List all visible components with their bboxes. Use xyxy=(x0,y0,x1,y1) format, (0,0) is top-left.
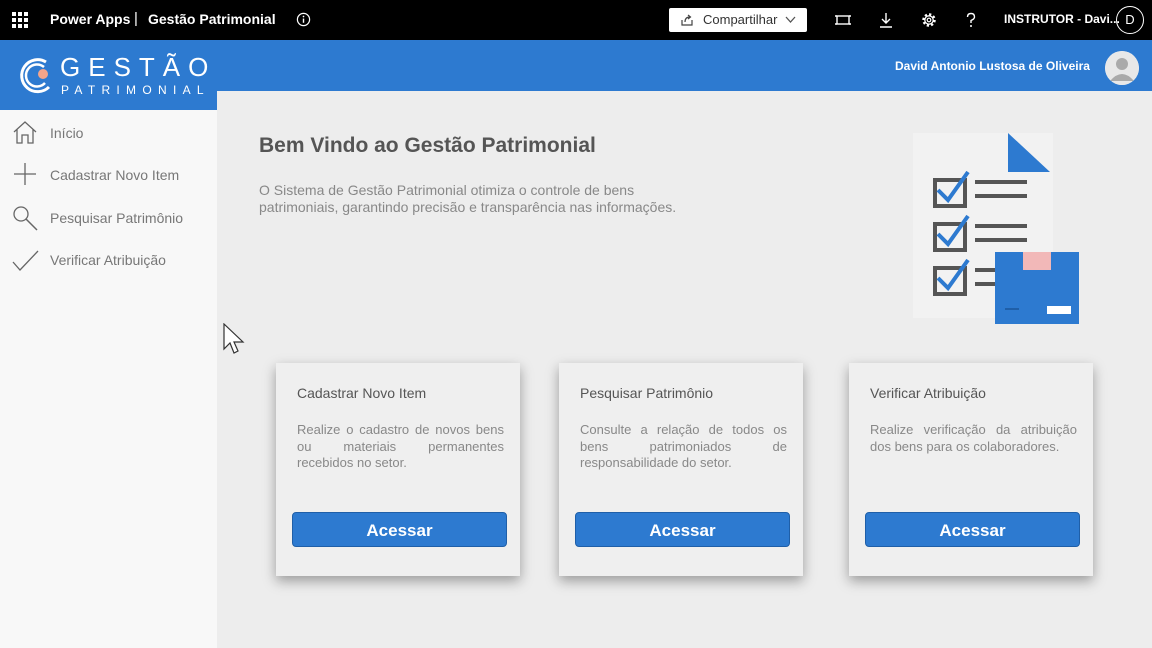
share-icon xyxy=(681,14,693,26)
acessar-pesquisar-button[interactable]: Acessar xyxy=(575,512,790,547)
card-pesquisar: Pesquisar Patrimônio Consulte a relação … xyxy=(559,363,803,576)
search-icon xyxy=(13,206,38,231)
powerapps-topbar: Power Apps | Gestão Patrimonial Comparti… xyxy=(0,0,1152,40)
info-icon[interactable] xyxy=(296,12,311,27)
page-title: Bem Vindo ao Gestão Patrimonial xyxy=(259,134,596,157)
card-verificar: Verificar Atribuição Realize verificação… xyxy=(849,363,1093,576)
logo-subtext: PATRIMONIAL xyxy=(61,83,210,97)
card-title: Cadastrar Novo Item xyxy=(297,385,427,401)
card-text: Realize o cadastro de novos bens ou mate… xyxy=(297,422,504,470)
plus-icon xyxy=(14,163,36,185)
card-title: Pesquisar Patrimônio xyxy=(580,385,714,401)
intro-text: O Sistema de Gestão Patrimonial otimiza … xyxy=(259,182,677,215)
mouse-cursor-icon xyxy=(223,323,245,354)
acessar-cadastrar-button[interactable]: Acessar xyxy=(292,512,507,547)
title-separator: | xyxy=(134,10,138,27)
share-label: Compartilhar xyxy=(703,12,778,27)
acessar-verificar-button[interactable]: Acessar xyxy=(865,512,1080,547)
home-icon xyxy=(13,121,37,144)
sidebar-item-label: Início xyxy=(50,125,84,141)
checklist-illustration xyxy=(913,133,1079,324)
app-title: Gestão Patrimonial xyxy=(148,11,276,27)
gear-icon[interactable] xyxy=(920,11,938,29)
sidebar-item-label: Cadastrar Novo Item xyxy=(50,167,180,183)
sidebar-item-label: Pesquisar Patrimônio xyxy=(50,210,184,226)
sidebar-item-pesquisar[interactable]: Pesquisar Patrimônio xyxy=(0,200,217,238)
sidebar-item-verificar[interactable]: Verificar Atribuição xyxy=(0,242,217,280)
sidebar-item-inicio[interactable]: Início xyxy=(0,115,217,153)
sidebar-item-label: Verificar Atribuição xyxy=(50,252,166,268)
app-logo: GESTÃO PATRIMONIAL xyxy=(0,40,217,110)
share-button[interactable]: Compartilhar xyxy=(669,8,807,32)
help-icon[interactable] xyxy=(962,11,980,29)
sidebar: Início Cadastrar Novo Item Pesquisar Pat… xyxy=(0,110,217,648)
app-name: Power Apps xyxy=(50,11,131,27)
logo-swirl-icon xyxy=(20,58,51,94)
person-icon xyxy=(1105,51,1139,85)
download-icon[interactable] xyxy=(877,11,895,29)
sidebar-item-cadastrar[interactable]: Cadastrar Novo Item xyxy=(0,157,217,195)
account-label[interactable]: INSTRUTOR - Davi... xyxy=(1004,12,1120,26)
fit-screen-icon[interactable] xyxy=(834,11,852,29)
chevron-down-icon xyxy=(785,16,796,23)
card-text: Consulte a relação de todos os bens patr… xyxy=(580,422,787,470)
account-avatar[interactable]: D xyxy=(1116,6,1144,34)
user-avatar[interactable] xyxy=(1105,51,1139,85)
logo-text: GESTÃO xyxy=(60,52,217,82)
card-text: Realize verificação da atribuição dos be… xyxy=(870,422,1077,454)
user-full-name: David Antonio Lustosa de Oliveira xyxy=(895,59,1090,73)
card-title: Verificar Atribuição xyxy=(870,385,986,401)
card-cadastrar: Cadastrar Novo Item Realize o cadastro d… xyxy=(276,363,520,576)
check-icon xyxy=(12,250,39,271)
waffle-icon[interactable] xyxy=(12,12,28,28)
